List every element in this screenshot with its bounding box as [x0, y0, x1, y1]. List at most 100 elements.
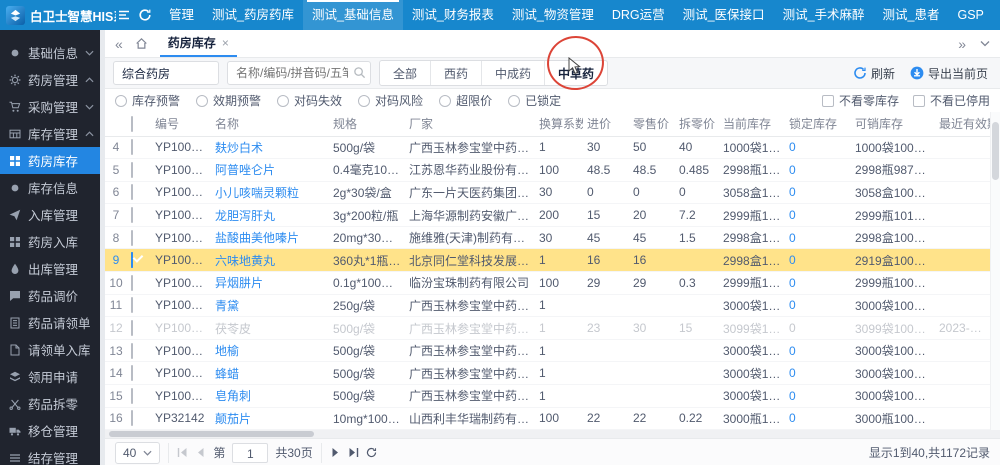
drug-name-link[interactable]: 小儿咳喘灵颗粒 — [215, 186, 299, 200]
row-checkbox[interactable] — [131, 297, 133, 313]
locked-stock-link[interactable]: 0 — [789, 366, 796, 380]
drug-category-button[interactable]: 中成药 — [482, 61, 545, 85]
sidebar-item[interactable]: 药房库存 — [0, 147, 100, 174]
sidebar-item[interactable]: 请领单入库 — [0, 336, 100, 363]
row-checkbox[interactable] — [131, 343, 133, 359]
vertical-scrollbar-thumb[interactable] — [992, 122, 999, 180]
row-checkbox[interactable] — [131, 388, 133, 404]
table-row[interactable]: 15YP10004021皂角刺500g/袋广西玉林参宝堂中药饮片有…13000袋… — [105, 385, 990, 408]
filter-radio[interactable]: 对码失效 — [277, 92, 342, 109]
tabs-menu-icon[interactable] — [980, 40, 990, 47]
topnav-item[interactable]: GSP — [948, 0, 992, 30]
filter-checkbox[interactable]: 不看已停用 — [913, 92, 990, 109]
column-header[interactable]: 编号 — [151, 112, 211, 136]
column-header[interactable]: 最近有效期 — [935, 112, 990, 136]
topnav-item[interactable]: 行政管理 — [993, 0, 1000, 30]
topnav-item[interactable]: DRG运营 — [603, 0, 674, 30]
row-checkbox[interactable] — [131, 320, 133, 336]
filter-radio[interactable]: 已锁定 — [508, 92, 561, 109]
row-checkbox[interactable] — [131, 207, 133, 223]
row-checkbox[interactable] — [131, 162, 133, 178]
column-header[interactable]: 锁定库存 — [785, 112, 851, 136]
drug-name-link[interactable]: 青黛 — [215, 299, 239, 313]
column-header[interactable]: 换算系数 — [535, 112, 583, 136]
table-row[interactable]: 16YP32142颠茄片10mg*100片/瓶山西利丰华瑞制药有限责任…1002… — [105, 407, 990, 430]
column-header[interactable]: 当前库存 — [719, 112, 785, 136]
row-checkbox[interactable] — [131, 365, 133, 381]
filter-radio[interactable]: 效期预警 — [196, 92, 261, 109]
select-all-checkbox[interactable] — [131, 116, 133, 132]
topnav-item[interactable]: 测试_基础信息 — [303, 0, 403, 30]
tabs-scroll-right-icon[interactable]: » — [958, 37, 966, 51]
drug-name-link[interactable]: 蜂蜡 — [215, 367, 239, 381]
locked-stock-link[interactable]: 0 — [789, 253, 796, 267]
topnav-item[interactable]: 测试_医保接口 — [674, 0, 774, 30]
locked-stock-link[interactable]: 0 — [789, 231, 796, 245]
reload-table-icon[interactable] — [366, 447, 377, 458]
drug-name-link[interactable]: 阿普唑仑片 — [215, 163, 275, 177]
locked-stock-link[interactable]: 0 — [789, 208, 796, 222]
horizontal-scrollbar[interactable] — [105, 430, 1000, 438]
sidebar-item[interactable]: 出库管理 — [0, 255, 100, 282]
row-checkbox[interactable] — [131, 184, 133, 200]
table-row[interactable]: 5YP10002782阿普唑仑片0.4毫克100片/瓶江苏恩华药业股份有限公司1… — [105, 159, 990, 182]
drug-name-link[interactable]: 龙胆泻肝丸 — [215, 209, 275, 223]
locked-stock-link[interactable]: 0 — [789, 411, 796, 425]
drug-name-link[interactable]: 异烟肼片 — [215, 276, 263, 290]
prev-page-icon[interactable] — [195, 447, 206, 458]
row-checkbox[interactable] — [131, 410, 133, 426]
sidebar-item[interactable]: 药品请领单 — [0, 309, 100, 336]
locked-stock-link[interactable]: 0 — [789, 298, 796, 312]
sidebar-item[interactable]: 药房管理 — [0, 66, 100, 93]
row-checkbox[interactable] — [131, 275, 133, 291]
page-size-select[interactable]: 40 — [115, 442, 160, 464]
filter-radio[interactable]: 超限价 — [439, 92, 492, 109]
sidebar-item[interactable]: 药品拆零 — [0, 390, 100, 417]
sidebar-item[interactable]: 移仓管理 — [0, 417, 100, 444]
table-row[interactable]: 11YP10003989青黛250g/袋广西玉林参宝堂中药饮片有…13000袋1… — [105, 294, 990, 317]
locked-stock-link[interactable]: 0 — [789, 276, 796, 290]
column-header[interactable]: 可销库存 — [851, 112, 935, 136]
vertical-scrollbar[interactable] — [990, 112, 1000, 430]
drug-name-link[interactable]: 麸炒白术 — [215, 141, 263, 155]
locked-stock-link[interactable]: 0 — [789, 344, 796, 358]
next-page-icon[interactable] — [330, 447, 341, 458]
topnav-item[interactable]: 测试_财务报表 — [403, 0, 503, 30]
sidebar-item[interactable]: 基础信息 — [0, 39, 100, 66]
sidebar-item[interactable]: 药品调价 — [0, 282, 100, 309]
locked-stock-link[interactable]: 0 — [789, 163, 796, 177]
topnav-item[interactable]: 测试_药房药库 — [203, 0, 303, 30]
sidebar-item[interactable]: 库存管理 — [0, 120, 100, 147]
topnav-item[interactable]: 管理 — [160, 0, 203, 30]
table-row[interactable]: 9YP10003361六味地黄丸360丸*1瓶/盒北京同仁堂科技发展股份有…11… — [105, 249, 990, 272]
horizontal-scrollbar-thumb[interactable] — [109, 431, 314, 437]
tab-close-icon[interactable]: × — [222, 36, 229, 50]
topnav-item[interactable]: 测试_手术麻醉 — [774, 0, 874, 30]
drug-name-link[interactable]: 茯苓皮 — [215, 322, 251, 336]
drug-category-button[interactable]: 中草药 — [545, 61, 607, 85]
column-header[interactable]: 名称 — [211, 112, 329, 136]
home-icon[interactable] — [135, 37, 148, 50]
drug-name-link[interactable]: 地榆 — [215, 344, 239, 358]
locked-stock-link[interactable]: 0 — [789, 389, 796, 403]
column-header[interactable]: 进价 — [583, 112, 629, 136]
table-row[interactable]: 12YP10004001茯苓皮500g/袋广西玉林参宝堂中药饮片有…123301… — [105, 317, 990, 340]
table-row[interactable]: 13YP10004003地榆500g/袋广西玉林参宝堂中药饮片有…13000袋1… — [105, 339, 990, 362]
table-row[interactable]: 8YP10003240盐酸曲美他嗪片20mg*30片/盒施维雅(天津)制药有限公… — [105, 226, 990, 249]
drug-category-button[interactable]: 西药 — [431, 61, 482, 85]
drug-name-link[interactable]: 盐酸曲美他嗪片 — [215, 231, 299, 245]
last-page-icon[interactable] — [348, 447, 359, 458]
column-header[interactable]: 规格 — [329, 112, 405, 136]
pharmacy-select-input[interactable] — [113, 61, 219, 85]
export-page-button[interactable]: 导出当前页 — [910, 65, 988, 82]
filter-checkbox[interactable]: 不看零库存 — [822, 92, 899, 109]
locked-stock-link[interactable]: 0 — [789, 185, 796, 199]
table-row[interactable]: 10YP10003440异烟肼片0.1g*100片/瓶临汾宝珠制药有限公司100… — [105, 272, 990, 295]
topnav-item[interactable]: 测试_物资管理 — [503, 0, 603, 30]
sidebar-item[interactable]: 入库管理 — [0, 201, 100, 228]
filter-radio[interactable]: 库存预警 — [115, 92, 180, 109]
topnav-item[interactable]: 测试_患者 — [874, 0, 949, 30]
drug-category-button[interactable]: 全部 — [380, 61, 431, 85]
table-row[interactable]: 4YP10004029麸炒白术500g/袋广西玉林参宝堂中药饮片有…130504… — [105, 136, 990, 159]
column-header[interactable]: 厂家 — [405, 112, 535, 136]
